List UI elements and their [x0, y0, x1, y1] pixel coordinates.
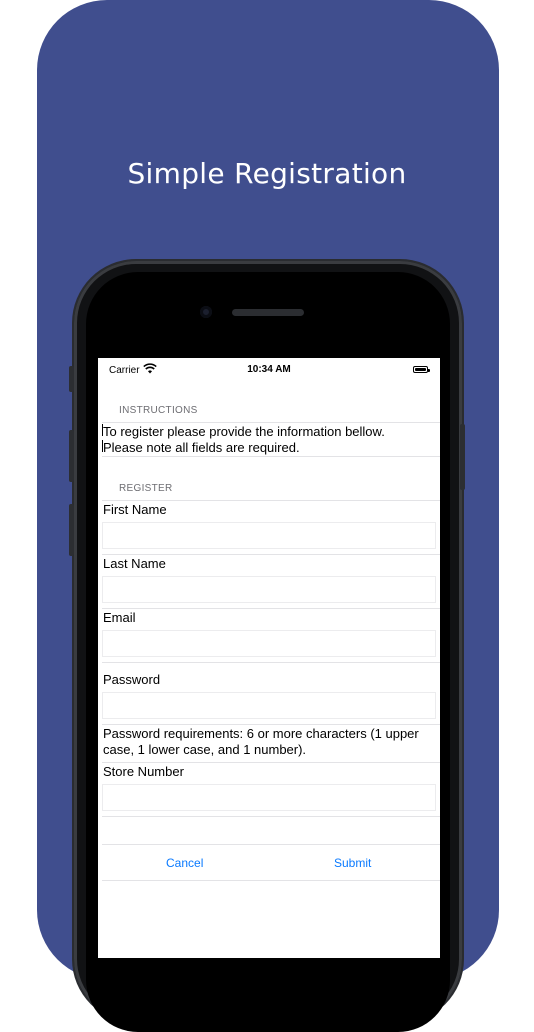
promo-headline: Simple Registration — [127, 157, 407, 190]
earpiece-speaker — [232, 309, 304, 316]
divider — [102, 456, 440, 457]
divider — [102, 844, 440, 845]
email-field[interactable] — [102, 630, 436, 657]
register-header: REGISTER — [119, 483, 173, 494]
password-requirements-line-1: Password requirements: 6 or more charact… — [103, 726, 419, 741]
status-time: 10:34 AM — [247, 364, 291, 375]
password-requirements-line-2: case, 1 lower case, and 1 number). — [103, 742, 307, 757]
submit-button[interactable]: Submit — [334, 856, 371, 870]
last-name-label: Last Name — [103, 556, 166, 571]
password-label: Password — [103, 672, 161, 687]
phone-volume-up — [69, 430, 74, 482]
divider — [102, 554, 440, 555]
divider — [102, 880, 440, 881]
phone-mute-switch — [69, 366, 74, 392]
cancel-button[interactable]: Cancel — [166, 856, 203, 870]
battery-icon — [413, 366, 430, 373]
store-number-label: Store Number — [103, 764, 184, 779]
divider — [102, 500, 440, 501]
divider — [102, 422, 440, 423]
email-label: Email — [103, 610, 136, 625]
divider — [102, 762, 440, 763]
divider — [102, 724, 440, 725]
password-field[interactable] — [102, 692, 436, 719]
instructions-header: INSTRUCTIONS — [119, 405, 198, 416]
phone-power-button — [460, 424, 465, 490]
last-name-field[interactable] — [102, 576, 436, 603]
divider — [102, 662, 440, 663]
first-name-label: First Name — [103, 502, 167, 517]
phone-volume-down — [69, 504, 74, 556]
front-camera-icon — [200, 306, 212, 318]
instructions-line-1: To register please provide the informati… — [103, 424, 385, 439]
divider — [102, 608, 440, 609]
app-screen: Carrier 10:34 AM INSTRUCTIONS To registe… — [98, 358, 440, 958]
first-name-field[interactable] — [102, 522, 436, 549]
divider — [102, 816, 440, 817]
instructions-line-2: Please note all fields are required. — [103, 440, 300, 455]
store-number-field[interactable] — [102, 784, 436, 811]
status-bar: Carrier 10:34 AM — [98, 358, 440, 382]
